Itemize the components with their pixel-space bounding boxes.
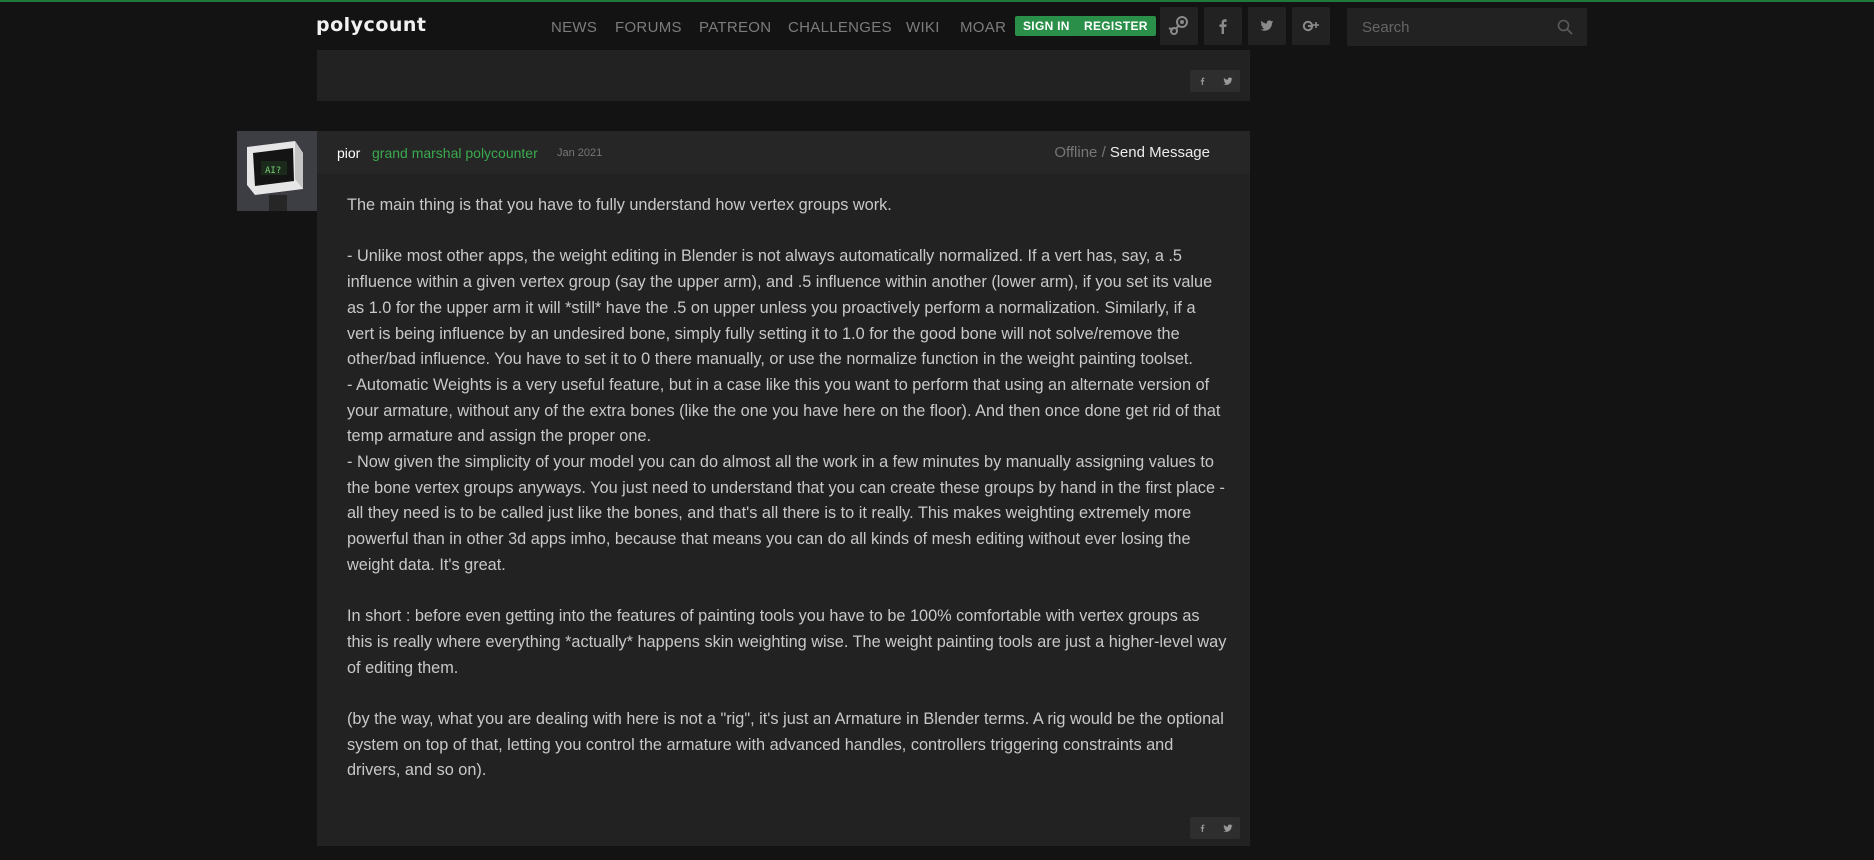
post-paragraph: - Unlike most other apps, the weight edi… <box>347 247 1225 574</box>
twitter-icon <box>1260 20 1274 31</box>
forum-post: pior grand marshal polycounter Jan 2021 … <box>317 131 1250 846</box>
user-status: Offline / Send Message <box>1054 144 1210 161</box>
nav-link-wiki[interactable]: WIKI <box>906 19 940 36</box>
nav-link-challenges[interactable]: CHALLENGES <box>788 19 892 36</box>
share-facebook-button[interactable] <box>1190 817 1215 839</box>
nav-link-moar[interactable]: MOAR <box>960 19 1006 36</box>
post-body: The main thing is that you have to fully… <box>347 193 1227 784</box>
post-paragraph: (by the way, what you are dealing with h… <box>347 710 1224 780</box>
search-box <box>1347 8 1587 46</box>
site-logo[interactable]: polycount <box>316 14 427 36</box>
share-facebook-button[interactable] <box>1190 70 1215 92</box>
share-twitter-button[interactable] <box>1215 817 1240 839</box>
send-message-link[interactable]: Send Message <box>1110 144 1210 161</box>
status-offline: Offline <box>1054 144 1098 161</box>
facebook-icon <box>1219 19 1227 34</box>
share-twitter-button[interactable] <box>1215 70 1240 92</box>
twitter-link[interactable] <box>1248 7 1286 45</box>
steam-icon <box>1168 16 1188 35</box>
facebook-icon <box>1200 77 1205 85</box>
register-button[interactable]: REGISTER <box>1076 16 1156 36</box>
post-header: pior grand marshal polycounter Jan 2021 … <box>317 131 1250 174</box>
robot-avatar-icon: AI? <box>237 131 317 211</box>
post-date[interactable]: Jan 2021 <box>557 147 602 159</box>
svg-text:AI?: AI? <box>265 166 281 176</box>
nav-link-patreon[interactable]: PATREON <box>699 19 771 36</box>
facebook-icon <box>1200 824 1205 832</box>
share-buttons <box>1190 70 1240 92</box>
nav-link-news[interactable]: NEWS <box>551 19 597 36</box>
status-separator: / <box>1097 144 1110 161</box>
steam-link[interactable] <box>1160 7 1198 45</box>
post-paragraph: The main thing is that you have to fully… <box>347 196 892 214</box>
previous-post-footer <box>317 50 1250 101</box>
navbar: polycount NEWS FORUMS PATREON CHALLENGES… <box>0 2 1874 50</box>
twitter-icon <box>1222 77 1233 85</box>
avatar[interactable]: AI? <box>237 131 317 211</box>
search-input[interactable] <box>1347 8 1547 46</box>
twitter-icon <box>1222 824 1233 832</box>
author-name[interactable]: pior <box>337 145 360 161</box>
author-rank[interactable]: grand marshal polycounter <box>372 145 538 161</box>
nav-link-forums[interactable]: FORUMS <box>615 19 682 36</box>
post-paragraph: In short : before even getting into the … <box>347 607 1227 677</box>
google-plus-icon <box>1302 20 1319 32</box>
facebook-link[interactable] <box>1204 7 1242 45</box>
search-icon[interactable] <box>1557 19 1573 35</box>
share-buttons <box>1190 817 1240 839</box>
sign-in-button[interactable]: SIGN IN <box>1015 16 1078 36</box>
google-plus-link[interactable] <box>1292 7 1330 45</box>
